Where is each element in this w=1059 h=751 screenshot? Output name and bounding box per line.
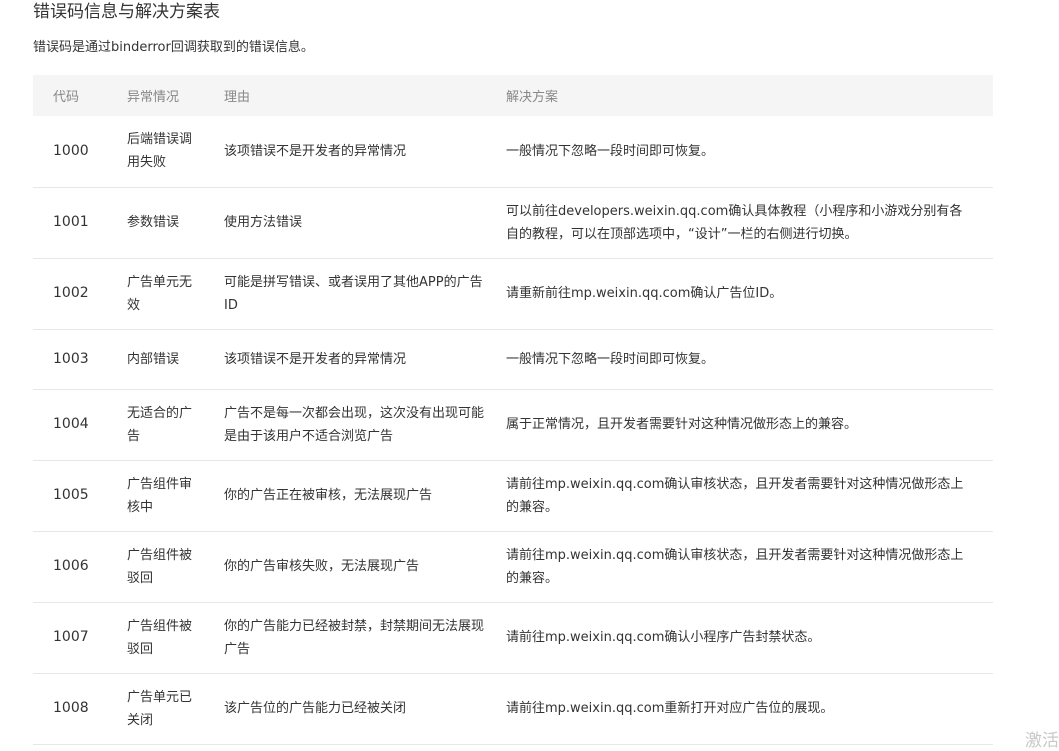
activation-watermark: 激活 xyxy=(1025,731,1059,751)
cell-code: 1006 xyxy=(33,531,106,603)
table-row: 1006 广告组件被驳回 你的广告审核失败，无法展现广告 请前往mp.weixi… xyxy=(33,531,993,603)
cell-case: 广告单元已关闭 xyxy=(106,673,203,745)
cell-code: 1000 xyxy=(33,116,106,188)
cell-code: 1007 xyxy=(33,602,106,674)
table-row: 1001 参数错误 使用方法错误 可以前往developers.weixin.q… xyxy=(33,187,993,259)
cell-case: 广告组件被驳回 xyxy=(106,531,203,603)
page-description: 错误码是通过binderror回调获取到的错误信息。 xyxy=(33,40,314,55)
cell-case: 广告组件被驳回 xyxy=(106,602,203,674)
cell-case: 参数错误 xyxy=(106,187,203,259)
cell-case: 后端错误调用失败 xyxy=(106,116,203,188)
cell-case: 广告单元无效 xyxy=(106,258,203,330)
cell-solution: 请前往mp.weixin.qq.com确认小程序广告封禁状态。 xyxy=(485,602,993,674)
cell-code: 1002 xyxy=(33,258,106,330)
error-code-table: 代码 异常情况 理由 解决方案 1000 后端错误调用失败 该项错误不是开发者的… xyxy=(33,75,993,745)
cell-solution: 可以前往developers.weixin.qq.com确认具体教程（小程序和小… xyxy=(485,187,993,259)
cell-solution: 请重新前往mp.weixin.qq.com确认广告位ID。 xyxy=(485,258,993,330)
cell-solution: 一般情况下忽略一段时间即可恢复。 xyxy=(485,116,993,188)
cell-reason: 你的广告正在被审核，无法展现广告 xyxy=(203,460,485,532)
cell-code: 1004 xyxy=(33,389,106,461)
cell-solution: 请前往mp.weixin.qq.com重新打开对应广告位的展现。 xyxy=(485,673,993,745)
cell-reason: 该广告位的广告能力已经被关闭 xyxy=(203,673,485,745)
cell-reason: 可能是拼写错误、或者误用了其他APP的广告ID xyxy=(203,258,485,330)
table-row: 1007 广告组件被驳回 你的广告能力已经被封禁，封禁期间无法展现广告 请前往m… xyxy=(33,602,993,674)
header-solution: 解决方案 xyxy=(485,75,993,116)
cell-case: 广告组件审核中 xyxy=(106,460,203,532)
cell-reason: 该项错误不是开发者的异常情况 xyxy=(203,329,485,390)
table-row: 1002 广告单元无效 可能是拼写错误、或者误用了其他APP的广告ID 请重新前… xyxy=(33,258,993,330)
table-row: 1000 后端错误调用失败 该项错误不是开发者的异常情况 一般情况下忽略一段时间… xyxy=(33,116,993,188)
table-row: 1008 广告单元已关闭 该广告位的广告能力已经被关闭 请前往mp.weixin… xyxy=(33,673,993,745)
cell-solution: 请前往mp.weixin.qq.com确认审核状态，且开发者需要针对这种情况做形… xyxy=(485,531,993,603)
cell-reason: 广告不是每一次都会出现，这次没有出现可能是由于该用户不适合浏览广告 xyxy=(203,389,485,461)
header-reason: 理由 xyxy=(203,75,485,116)
table-row: 1005 广告组件审核中 你的广告正在被审核，无法展现广告 请前往mp.weix… xyxy=(33,460,993,532)
cell-case: 无适合的广告 xyxy=(106,389,203,461)
cell-solution: 属于正常情况，且开发者需要针对这种情况做形态上的兼容。 xyxy=(485,389,993,461)
header-case: 异常情况 xyxy=(106,75,203,116)
cell-code: 1008 xyxy=(33,673,106,745)
table-header-row: 代码 异常情况 理由 解决方案 xyxy=(33,75,993,116)
cell-case: 内部错误 xyxy=(106,329,203,390)
cell-code: 1005 xyxy=(33,460,106,532)
table-row: 1004 无适合的广告 广告不是每一次都会出现，这次没有出现可能是由于该用户不适… xyxy=(33,389,993,461)
cell-solution: 一般情况下忽略一段时间即可恢复。 xyxy=(485,329,993,390)
page-title: 错误码信息与解决方案表 xyxy=(33,2,220,22)
cell-code: 1003 xyxy=(33,329,106,390)
cell-solution: 请前往mp.weixin.qq.com确认审核状态，且开发者需要针对这种情况做形… xyxy=(485,460,993,532)
table-row: 1003 内部错误 该项错误不是开发者的异常情况 一般情况下忽略一段时间即可恢复… xyxy=(33,329,993,390)
cell-reason: 该项错误不是开发者的异常情况 xyxy=(203,116,485,188)
cell-reason: 使用方法错误 xyxy=(203,187,485,259)
cell-reason: 你的广告能力已经被封禁，封禁期间无法展现广告 xyxy=(203,602,485,674)
header-code: 代码 xyxy=(33,75,106,116)
cell-reason: 你的广告审核失败，无法展现广告 xyxy=(203,531,485,603)
cell-code: 1001 xyxy=(33,187,106,259)
